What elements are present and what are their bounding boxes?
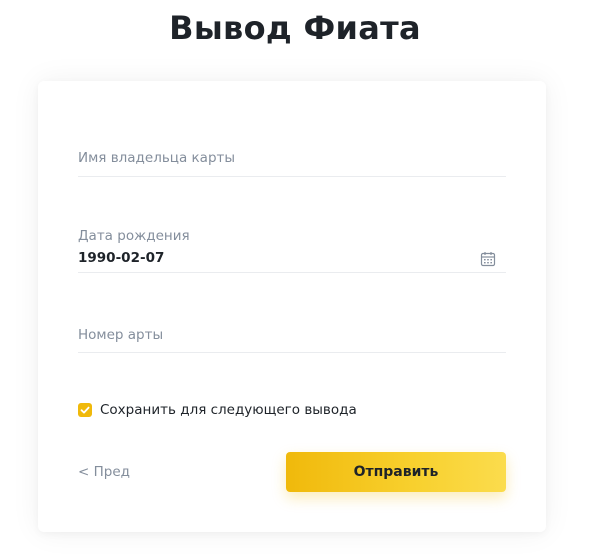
date-of-birth-value[interactable]: 1990-02-07 (78, 249, 506, 267)
date-of-birth-label: Дата рождения (78, 228, 190, 244)
save-for-next-withdrawal-checkbox[interactable]: Сохранить для следующего вывода (78, 401, 357, 419)
card-number-label: Номер арты (78, 327, 164, 343)
date-of-birth-field[interactable]: Дата рождения 1990-02-07 (78, 227, 506, 273)
cardholder-name-label: Имя владельца карты (78, 150, 236, 166)
save-checkbox-label: Сохранить для следующего вывода (100, 402, 357, 418)
calendar-icon[interactable] (480, 251, 496, 267)
checkbox-checked-icon[interactable] (78, 403, 92, 417)
prev-link[interactable]: < Пред (78, 463, 130, 481)
card-number-field[interactable]: Номер арты (78, 326, 506, 353)
cardholder-name-field[interactable]: Имя владельца карты (78, 149, 506, 177)
submit-button[interactable]: Отправить (286, 452, 506, 492)
withdraw-form-card: Имя владельца карты Дата рождения 1990-0… (38, 81, 546, 532)
page: Вывод Фиата Имя владельца карты Дата рож… (0, 0, 590, 560)
page-title: Вывод Фиата (169, 9, 421, 47)
